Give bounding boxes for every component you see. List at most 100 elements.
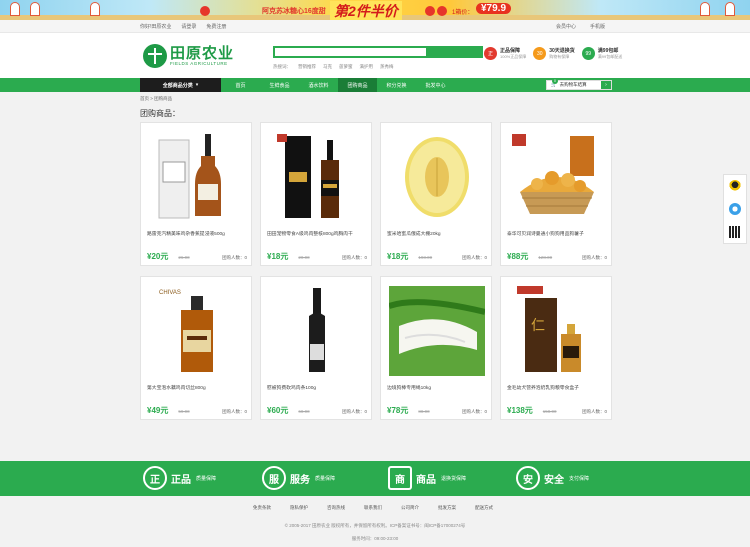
top-banner-ad[interactable]: 阿克苏冰糖心16度甜 第2件半价 1箱价： ¥79.9 xyxy=(0,0,750,20)
nav-item-points[interactable]: 积分兑换 xyxy=(377,78,416,92)
product-original-price: 59.00 xyxy=(178,409,190,414)
product-image[interactable] xyxy=(509,129,605,225)
security-shield-icon: 安 xyxy=(516,466,540,490)
product-price: ¥18元 xyxy=(387,252,409,261)
banner-apple-icon xyxy=(200,6,210,16)
product-original-price: 158.00 xyxy=(542,409,557,414)
product-name[interactable]: 泰华可贝润诗曼通小狗狗用品狗薯子 xyxy=(507,230,607,237)
member-center-link[interactable]: 会员中心 xyxy=(556,23,576,30)
footer-link[interactable]: 隐私保护 xyxy=(290,505,308,511)
promise-genuine: 正 正品保障 100%正品保障 xyxy=(484,47,526,60)
feature-small: 质量保障 xyxy=(315,475,336,482)
cart-button[interactable]: 🛒 0 去购物车结算 › xyxy=(546,78,612,90)
site-logo[interactable]: 田原农业 FIELDS AGRICULTURE xyxy=(143,44,234,68)
feature-big: 安全 xyxy=(544,474,564,486)
nav-item-group-buy[interactable]: 团购商品 xyxy=(338,78,377,92)
product-name[interactable]: 边境狗棒专用绳10kg xyxy=(387,384,487,391)
svg-text:仁: 仁 xyxy=(531,318,545,334)
main-nav: 全部商品分类 ▾ 首页 生鲜食品 酒水饮料 团购商品 积分兑换 批发中心 🛒 0… xyxy=(0,78,750,92)
service-hours-text: 服务时间：09:00-23:00 xyxy=(351,536,399,541)
product-card[interactable]: 仁金毛幼犬营养泡奶乳狗粮零食盒子 ¥138元 158.00 团购人数：0 xyxy=(500,276,612,420)
nav-item-fresh[interactable]: 生鲜食品 xyxy=(260,78,299,92)
footer-link[interactable]: 免责条款 xyxy=(253,505,271,511)
banner-yurt-icon xyxy=(90,2,100,16)
product-image[interactable]: CHIVAS xyxy=(149,283,245,379)
product-buyer-count: 团购人数：0 xyxy=(221,409,247,414)
section-title: 团购商品： xyxy=(140,109,180,118)
feature-big: 商品 xyxy=(416,474,436,486)
product-name[interactable]: 田田宠物零食A级鸡肉整核800g鸡胸肉干 xyxy=(267,230,367,237)
banner-text-2: 第2件半价 xyxy=(330,1,402,20)
promise-title: 正品保障 xyxy=(500,48,521,54)
product-card[interactable]: 蜜米哈蜜瓜俄成大棚20kg ¥18元 193.00 团购人数：0 xyxy=(380,122,492,266)
hot-word[interactable]: 满护用 xyxy=(360,64,374,70)
product-card[interactable]: 边境狗棒专用绳10kg ¥78元 88.00 团购人数：0 xyxy=(380,276,492,420)
footer-feature-goods: 商 商品 退换货保障 xyxy=(388,466,466,490)
wangwang-icon[interactable] xyxy=(729,202,741,215)
service-thumb-icon: 服 xyxy=(262,466,286,490)
nav-item-wholesale[interactable]: 批发中心 xyxy=(416,78,455,92)
product-image[interactable] xyxy=(269,283,365,379)
product-image[interactable] xyxy=(149,129,245,225)
nav-item-home[interactable]: 首页 xyxy=(221,78,260,92)
hot-word[interactable]: 马克 xyxy=(323,64,332,70)
promise-sub: 满99包邮配送 xyxy=(597,54,623,59)
all-categories-button[interactable]: 全部商品分类 ▾ xyxy=(140,78,221,92)
search-button[interactable] xyxy=(426,46,483,58)
product-original-price: 68.00 xyxy=(298,409,310,414)
footer-links: 免责条款 隐私保护 咨询热线 联系我们 公司简介 批发方案 配送方式 xyxy=(253,505,493,511)
footer-link[interactable]: 公司简介 xyxy=(401,505,419,511)
product-card[interactable]: CHIVAS 第大宝泡水藕鸡肉切丝800g ¥49元 59.00 团购人数：0 xyxy=(140,276,252,420)
feature-small: 退换货保障 xyxy=(441,475,467,482)
product-card[interactable]: 泰华可贝润诗曼通小狗狗用品狗薯子 ¥88元 128.00 团购人数：0 xyxy=(500,122,612,266)
product-buyer-count: 团购人数：0 xyxy=(341,255,367,260)
qr-code-icon[interactable] xyxy=(729,225,741,238)
banner-yurt-icon xyxy=(30,2,40,16)
promise-title: 满99包邮 xyxy=(597,48,619,54)
genuine-circle-icon: 正 xyxy=(143,466,167,490)
floating-service-bar xyxy=(723,174,747,244)
product-name[interactable]: 路雷克汽精美味鸡杂香蕉提浸液500g xyxy=(147,230,247,237)
genuine-badge-icon: 正 xyxy=(484,47,497,60)
logo-english-name: FIELDS AGRICULTURE xyxy=(170,61,228,66)
hot-word[interactable]: 营销推荐 xyxy=(298,64,316,70)
product-buyer-count: 团购人数：0 xyxy=(461,409,487,414)
footer-link[interactable]: 配送方式 xyxy=(475,505,493,511)
mobile-version-link[interactable]: 手机版 xyxy=(590,23,605,30)
footer-link[interactable]: 批发方案 xyxy=(438,505,456,511)
product-name[interactable]: 金毛幼犬营养泡奶乳狗粮零食盒子 xyxy=(507,384,607,391)
all-categories-label: 全部商品分类 xyxy=(162,82,193,89)
product-price: ¥18元 xyxy=(267,252,289,261)
footer-link[interactable]: 咨询热线 xyxy=(327,505,345,511)
hot-search-words: 热搜词： 营销推荐 马克 菠萝蜜 满护用 蒸秀梅 xyxy=(273,64,394,70)
nav-item-drinks[interactable]: 酒水饮料 xyxy=(299,78,338,92)
register-link[interactable]: 免费注册 xyxy=(206,23,226,30)
product-image[interactable] xyxy=(269,129,365,225)
product-card[interactable]: 田田宠物零食A级鸡肉整核800g鸡胸肉干 ¥18元 20.00 团购人数：0 xyxy=(260,122,372,266)
promise-sub: 100%正品保障 xyxy=(500,54,527,59)
svg-text:CHIVAS: CHIVAS xyxy=(159,290,181,296)
footer-guarantee-band: 正 正品 质量保障 服 服务 质量保障 商 商品 退换货保障 安 安全 支付保障 xyxy=(0,461,750,496)
product-price: ¥78元 xyxy=(387,406,409,415)
product-name[interactable]: 第大宝泡水藕鸡肉切丝800g xyxy=(147,384,247,391)
banner-text-1: 阿克苏冰糖心16度甜 xyxy=(262,8,326,15)
breadcrumb: 首页 > 团购商品 xyxy=(140,96,173,101)
product-card[interactable]: 慰被狗费砍鸡肉条100g ¥60元 68.00 团购人数：0 xyxy=(260,276,372,420)
product-buyer-count: 团购人数：0 xyxy=(581,409,607,414)
footer-link[interactable]: 联系我们 xyxy=(364,505,382,511)
product-card[interactable]: 路雷克汽精美味鸡杂香蕉提浸液500g ¥20元 26.00 团购人数：0 xyxy=(140,122,252,266)
product-image[interactable]: 仁 xyxy=(509,283,605,379)
footer-feature-genuine: 正 正品 质量保障 xyxy=(143,466,216,490)
banner-apple-icon xyxy=(425,6,435,16)
product-name[interactable]: 蜜米哈蜜瓜俄成大棚20kg xyxy=(387,230,487,237)
qq-service-icon[interactable] xyxy=(729,180,741,193)
product-price: ¥88元 xyxy=(507,252,529,261)
logo-wheat-icon xyxy=(143,44,167,68)
cart-count-badge: 0 xyxy=(552,78,558,84)
product-image[interactable] xyxy=(389,283,485,379)
hot-word[interactable]: 菠萝蜜 xyxy=(339,64,353,70)
login-link[interactable]: 请登录 xyxy=(181,23,196,30)
hot-word[interactable]: 蒸秀梅 xyxy=(380,64,394,70)
product-image[interactable] xyxy=(389,129,485,225)
product-name[interactable]: 慰被狗费砍鸡肉条100g xyxy=(267,384,367,391)
